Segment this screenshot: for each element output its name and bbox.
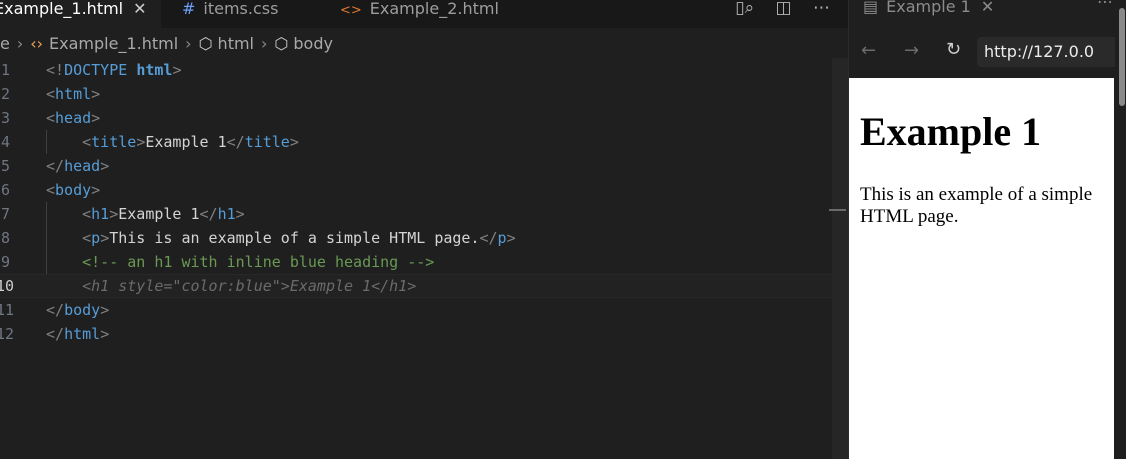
code-line[interactable]: 3 <head>: [0, 106, 832, 130]
code-line[interactable]: 4 <title>Example 1</title>: [0, 130, 832, 154]
line-number: 4: [0, 133, 10, 151]
breadcrumb-file[interactable]: Example_1.html: [49, 34, 178, 53]
editor-scrollbar[interactable]: [832, 58, 848, 459]
editor-actions: ▯⌕ ◫ ⋯: [719, 0, 830, 18]
code-line[interactable]: 6 <body>: [0, 178, 832, 202]
code-line[interactable]: 2 <html>: [0, 82, 832, 106]
forward-arrow-icon[interactable]: →: [904, 40, 919, 61]
line-number: 8: [0, 229, 10, 247]
tab-items-css[interactable]: # items.css: [182, 0, 278, 28]
code-text: <p>This is an example of a simple HTML p…: [82, 229, 516, 247]
breadcrumb-html[interactable]: html: [218, 34, 254, 53]
page-paragraph: This is an example of a simple HTML page…: [860, 184, 1093, 227]
breadcrumb-folder[interactable]: e: [0, 34, 10, 53]
chevron-right-icon: ›: [261, 34, 268, 53]
code-text: <html>: [46, 85, 101, 103]
code-area[interactable]: 1 <!DOCTYPE html> 2 <html> 3 <head> 4 <titl…: [0, 58, 832, 346]
line-number: 2: [0, 85, 10, 103]
tab-label: items.css: [203, 0, 279, 18]
element-cube-icon: ⬡: [274, 34, 289, 53]
editor-tab-bar: Example_1.html ✕ # items.css <> Example_2.h…: [0, 0, 848, 29]
code-line[interactable]: 1 <!DOCTYPE html>: [0, 58, 832, 82]
code-text: <head>: [46, 109, 101, 127]
html-file-icon: <>: [340, 3, 362, 18]
code-line[interactable]: 9 <!-- an h1 with inline blue heading --…: [0, 250, 832, 274]
breadcrumb: e › ‹› Example_1.html › ⬡ html › ⬡ body: [0, 33, 333, 55]
chevron-right-icon: ›: [16, 34, 24, 53]
simple-browser-panel: ▤ Example 1 ✕ ⋯ ← → ↻ http://127.0.0 Examp…: [848, 0, 1126, 459]
tab-example-2-html[interactable]: <> Example_2.html: [340, 0, 499, 28]
line-number: 11: [0, 301, 15, 319]
line-number: 5: [0, 157, 10, 175]
code-line[interactable]: 7 <h1>Example 1</h1>: [0, 202, 832, 226]
css-file-icon: #: [182, 0, 196, 18]
reload-icon[interactable]: ↻: [946, 39, 961, 60]
code-line[interactable]: 8 <p>This is an example of a simple HTML…: [0, 226, 832, 250]
tab-label: Example_1.html: [0, 0, 124, 18]
code-text: <!-- an h1 with inline blue heading -->: [82, 253, 435, 271]
page-heading: Example 1: [860, 109, 1042, 154]
line-number: 7: [0, 205, 10, 223]
code-text: <body>: [46, 181, 101, 199]
line-number: 9: [0, 253, 10, 271]
code-line[interactable]: 5 </head>: [0, 154, 832, 178]
tab-label: Example_2.html: [369, 0, 499, 18]
line-number: 10: [0, 277, 15, 295]
code-text: </html>: [46, 325, 110, 343]
split-editor-icon[interactable]: ◫: [776, 0, 792, 18]
scrollbar-thumb[interactable]: [1119, 8, 1125, 106]
code-line[interactable]: 11 </body>: [0, 298, 832, 322]
code-text: <title>Example 1</title>: [82, 133, 299, 151]
code-text: <!DOCTYPE html>: [46, 61, 182, 79]
browser-tab-title: Example 1: [886, 0, 971, 16]
code-text: </body>: [46, 301, 110, 319]
close-icon[interactable]: ✕: [133, 0, 146, 18]
line-number: 3: [0, 109, 10, 127]
code-editor: Example_1.html ✕ # items.css <> Example_2.h…: [0, 0, 848, 459]
tab-example-1-html[interactable]: Example_1.html ✕: [0, 0, 161, 29]
open-changes-icon[interactable]: ▯⌕: [735, 0, 754, 18]
line-number: 1: [0, 61, 10, 79]
html-file-icon: ‹›: [30, 34, 44, 53]
code-text: <h1>Example 1</h1>: [82, 205, 245, 223]
code-text: <h1 style="color:blue">Example 1</h1>: [46, 277, 417, 295]
preview-icon: ▤: [863, 0, 879, 16]
more-actions-icon[interactable]: ⋯: [813, 0, 830, 18]
line-number: 12: [0, 325, 15, 343]
code-text: </head>: [46, 157, 110, 175]
code-line-current[interactable]: 10 <h1 style="color:blue">Example 1</h1>: [0, 274, 832, 298]
breadcrumb-body[interactable]: body: [293, 34, 333, 53]
browser-nav-bar: ← → ↻ http://127.0.0: [849, 28, 1126, 76]
line-number: 6: [0, 181, 10, 199]
tab-browser-preview[interactable]: ▤ Example 1 ✕: [863, 0, 994, 16]
chevron-right-icon: ›: [185, 34, 192, 53]
page-viewport: Example 1 This is an example of a simple…: [849, 78, 1114, 459]
element-cube-icon: ⬡: [198, 34, 213, 53]
back-arrow-icon[interactable]: ←: [861, 40, 876, 61]
more-actions-icon[interactable]: ⋯: [1097, 0, 1113, 11]
url-input[interactable]: http://127.0.0: [977, 37, 1126, 67]
close-icon[interactable]: ✕: [981, 0, 994, 16]
cursor-position-marker: [829, 209, 846, 211]
code-line[interactable]: 12 </html>: [0, 322, 832, 346]
